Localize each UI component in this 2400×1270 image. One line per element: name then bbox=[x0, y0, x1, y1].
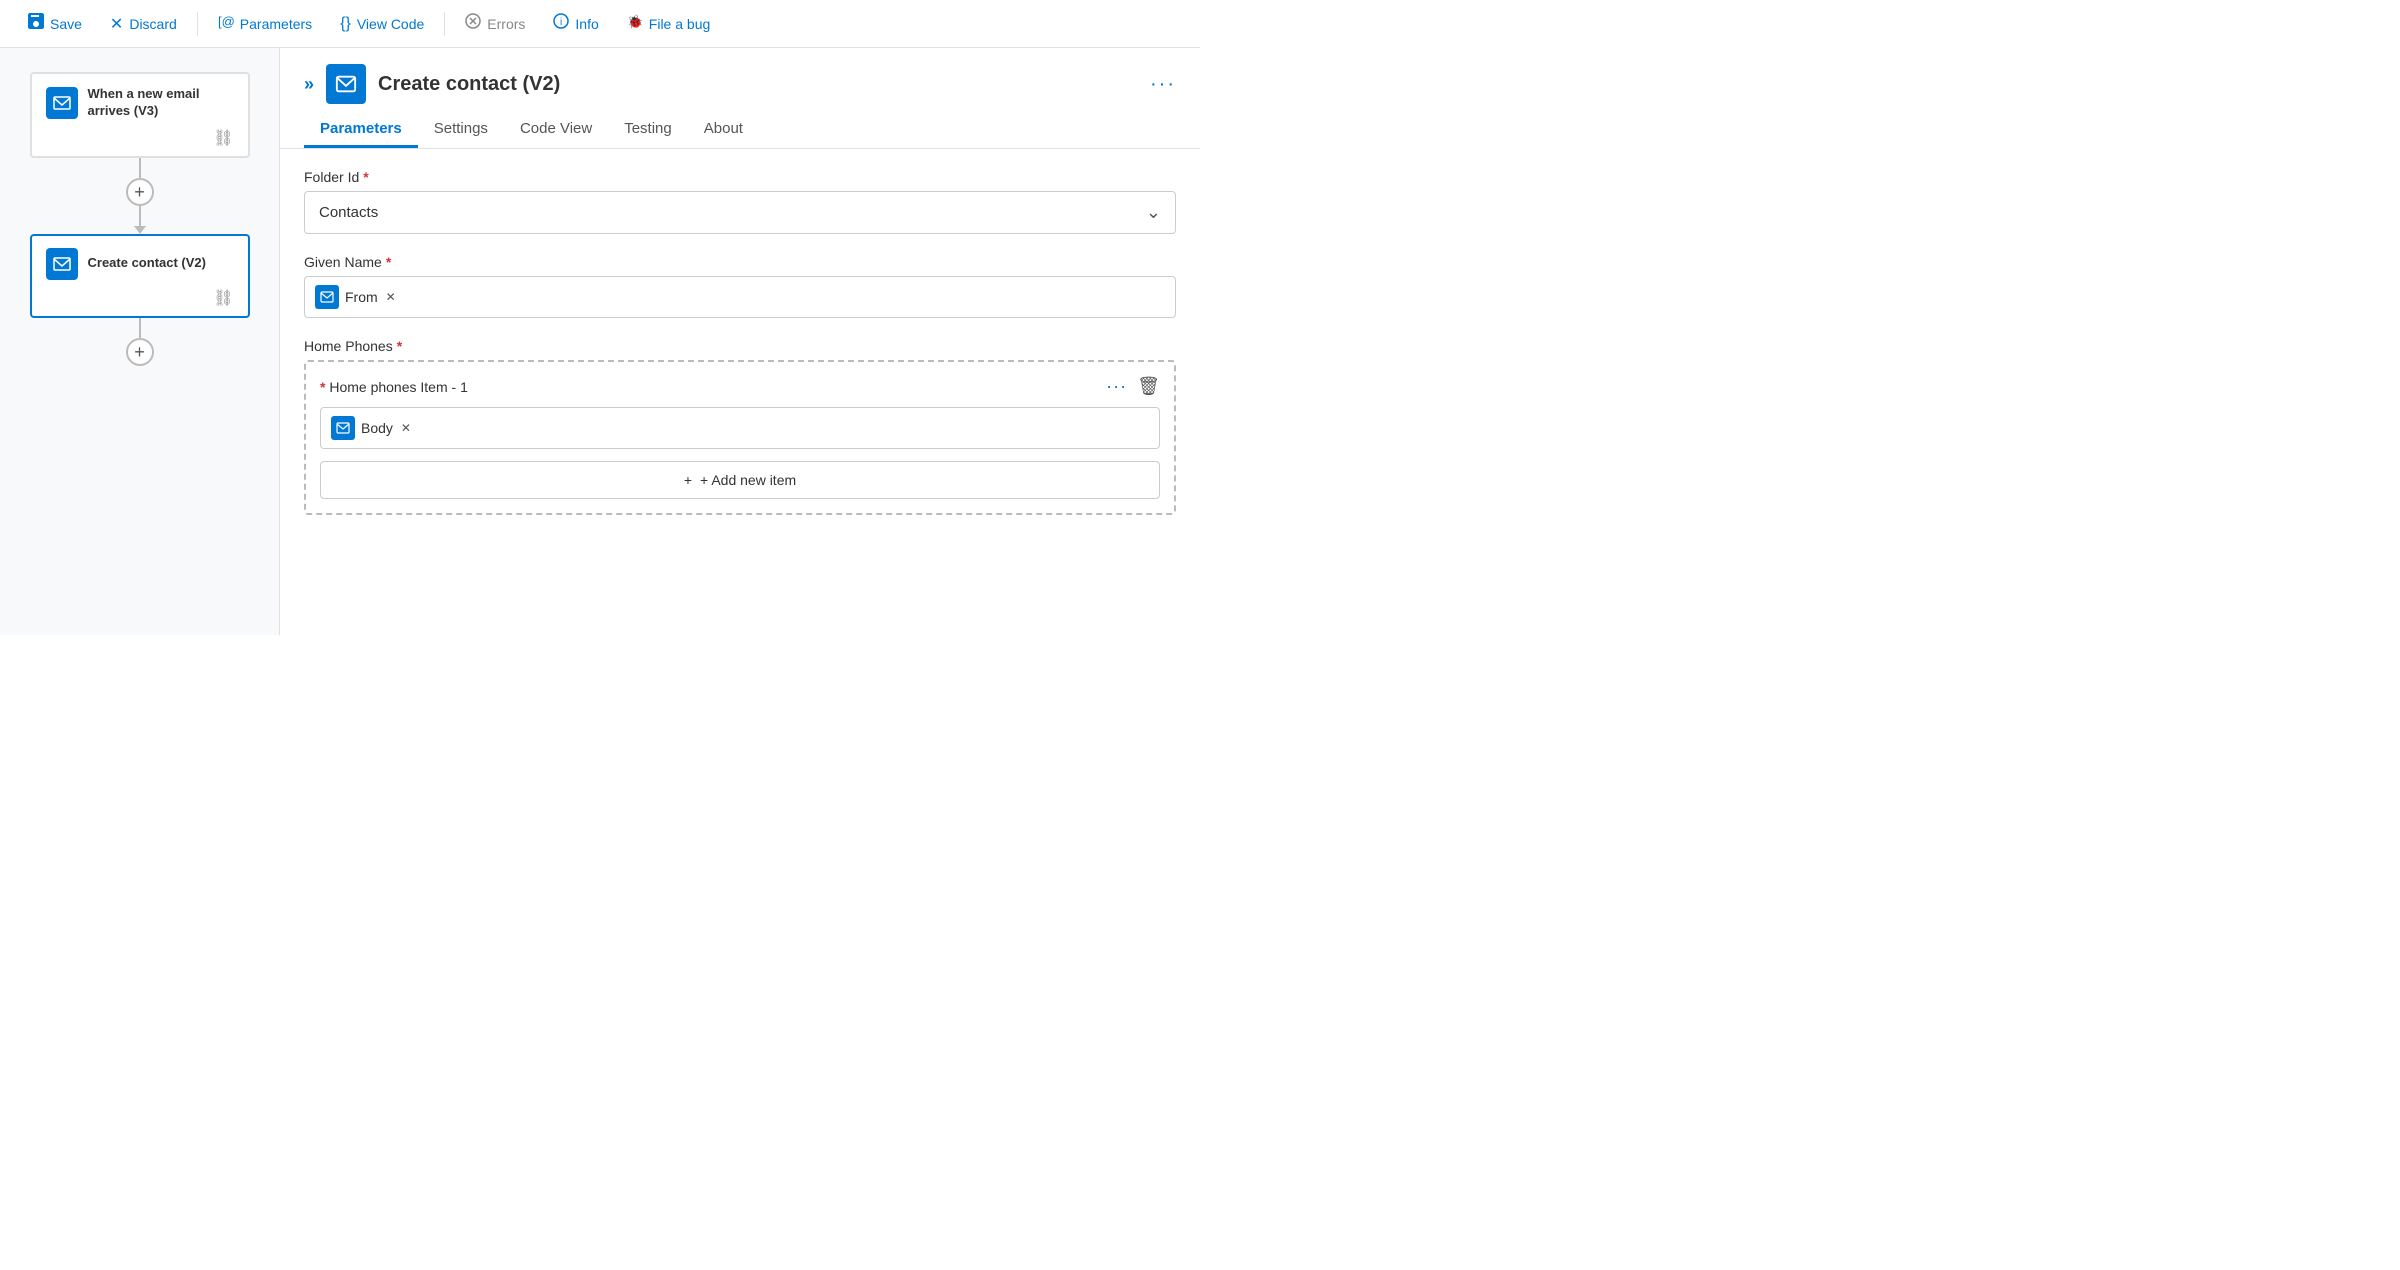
divider-2 bbox=[444, 12, 445, 36]
node2-title: Create contact (V2) bbox=[88, 255, 206, 272]
connector-group-1: + bbox=[126, 158, 154, 234]
parameters-icon: [@] bbox=[218, 13, 234, 34]
body-token-close[interactable]: ✕ bbox=[401, 421, 411, 435]
svg-text:🐞: 🐞 bbox=[627, 14, 643, 29]
node2-footer: ⛓ bbox=[46, 280, 234, 308]
given-name-required: * bbox=[386, 254, 391, 270]
node1-link-icon: ⛓ bbox=[213, 128, 233, 148]
collapse-button[interactable]: » bbox=[304, 74, 314, 95]
parameters-label: Parameters bbox=[240, 16, 312, 32]
bug-icon: 🐞 bbox=[627, 13, 643, 34]
errors-label: Errors bbox=[487, 16, 525, 32]
flow-node-create-contact[interactable]: Create contact (V2) ⛓ bbox=[30, 234, 250, 318]
panel-body: Folder Id * Contacts ⌄ Given Name * bbox=[280, 149, 1200, 635]
file-bug-button[interactable]: 🐞 File a bug bbox=[615, 7, 722, 40]
connector-arrow-1 bbox=[134, 226, 146, 234]
chevron-down-icon: ⌄ bbox=[1146, 202, 1161, 223]
from-token: From ✕ bbox=[315, 285, 396, 309]
folder-id-dropdown[interactable]: Contacts ⌄ bbox=[304, 191, 1176, 234]
connector-line-3 bbox=[139, 318, 141, 338]
tab-about[interactable]: About bbox=[688, 112, 759, 148]
panel-more-button[interactable]: ··· bbox=[1150, 73, 1176, 96]
discard-button[interactable]: ✕ Discard bbox=[98, 8, 189, 40]
save-label: Save bbox=[50, 16, 82, 32]
connector-line-2 bbox=[139, 206, 141, 226]
discard-icon: ✕ bbox=[110, 14, 123, 34]
svg-text:[@]: [@] bbox=[218, 14, 234, 29]
add-step-button-2[interactable]: + bbox=[126, 338, 154, 366]
phone-item-header: * Home phones Item - 1 ··· 🗑 bbox=[320, 376, 1160, 397]
info-label: Info bbox=[575, 16, 598, 32]
body-token-field[interactable]: Body ✕ bbox=[320, 407, 1160, 449]
panel-node-icon bbox=[326, 64, 366, 104]
from-token-close[interactable]: ✕ bbox=[386, 290, 396, 304]
view-code-button[interactable]: {} View Code bbox=[328, 9, 436, 39]
node1-footer: ⛓ bbox=[46, 120, 234, 148]
from-token-label: From bbox=[345, 289, 378, 305]
from-token-icon bbox=[315, 285, 339, 309]
given-name-label: Given Name * bbox=[304, 254, 1176, 270]
file-bug-label: File a bug bbox=[649, 16, 710, 32]
info-button[interactable]: i Info bbox=[541, 7, 610, 40]
tab-settings[interactable]: Settings bbox=[418, 112, 504, 148]
svg-text:i: i bbox=[560, 17, 562, 28]
code-icon: {} bbox=[340, 15, 351, 33]
home-phones-group: Home Phones * * Home phones Item - 1 ···… bbox=[304, 338, 1176, 515]
phone-item-label: * Home phones Item - 1 bbox=[320, 379, 468, 395]
tab-parameters[interactable]: Parameters bbox=[304, 112, 418, 148]
toolbar: Save ✕ Discard [@] Parameters {} View Co… bbox=[0, 0, 1200, 48]
given-name-field[interactable]: From ✕ bbox=[304, 276, 1176, 318]
home-phones-container: * Home phones Item - 1 ··· 🗑 bbox=[304, 360, 1176, 515]
parameters-button[interactable]: [@] Parameters bbox=[206, 7, 324, 40]
divider-1 bbox=[197, 12, 198, 36]
folder-id-label: Folder Id * bbox=[304, 169, 1176, 185]
body-token-icon bbox=[331, 416, 355, 440]
node2-link-icon: ⛓ bbox=[213, 288, 233, 308]
home-phones-label: Home Phones * bbox=[304, 338, 1176, 354]
node2-header: Create contact (V2) bbox=[46, 248, 234, 280]
info-icon: i bbox=[553, 13, 569, 34]
node1-icon bbox=[46, 87, 78, 119]
phone-item-delete-button[interactable]: 🗑 bbox=[1137, 376, 1160, 397]
add-item-label: + Add new item bbox=[700, 472, 796, 488]
phone-item-actions: ··· 🗑 bbox=[1106, 376, 1160, 397]
tab-bar: Parameters Settings Code View Testing Ab… bbox=[280, 104, 1200, 149]
home-phones-required: * bbox=[397, 338, 402, 354]
add-new-item-button[interactable]: + + Add new item bbox=[320, 461, 1160, 499]
errors-icon bbox=[465, 13, 481, 34]
right-panel: » Create contact (V2) ··· Parameters Set… bbox=[280, 48, 1200, 635]
view-code-label: View Code bbox=[357, 16, 424, 32]
given-name-group: Given Name * From ✕ bbox=[304, 254, 1176, 318]
connector-line-1 bbox=[139, 158, 141, 178]
add-step-button-1[interactable]: + bbox=[126, 178, 154, 206]
folder-id-group: Folder Id * Contacts ⌄ bbox=[304, 169, 1176, 234]
node1-title: When a new email arrives (V3) bbox=[88, 86, 234, 120]
save-button[interactable]: Save bbox=[16, 7, 94, 40]
save-icon bbox=[28, 13, 44, 34]
folder-id-value: Contacts bbox=[319, 204, 378, 221]
add-item-plus-icon: + bbox=[684, 472, 692, 488]
body-token-label: Body bbox=[361, 420, 393, 436]
node2-icon bbox=[46, 248, 78, 280]
phone-item-more-button[interactable]: ··· bbox=[1106, 376, 1127, 397]
discard-label: Discard bbox=[129, 16, 176, 32]
panel-title: Create contact (V2) bbox=[378, 73, 1150, 96]
main-layout: When a new email arrives (V3) ⛓ + bbox=[0, 48, 1200, 635]
panel-header: » Create contact (V2) ··· bbox=[280, 48, 1200, 104]
node-header: When a new email arrives (V3) bbox=[46, 86, 234, 120]
tab-code-view[interactable]: Code View bbox=[504, 112, 608, 148]
errors-button[interactable]: Errors bbox=[453, 7, 537, 40]
folder-id-required: * bbox=[363, 169, 368, 185]
flow-canvas: When a new email arrives (V3) ⛓ + bbox=[0, 48, 280, 635]
flow-node-trigger[interactable]: When a new email arrives (V3) ⛓ bbox=[30, 72, 250, 158]
tab-testing[interactable]: Testing bbox=[608, 112, 688, 148]
connector-group-2: + bbox=[126, 318, 154, 366]
body-token: Body ✕ bbox=[331, 416, 411, 440]
